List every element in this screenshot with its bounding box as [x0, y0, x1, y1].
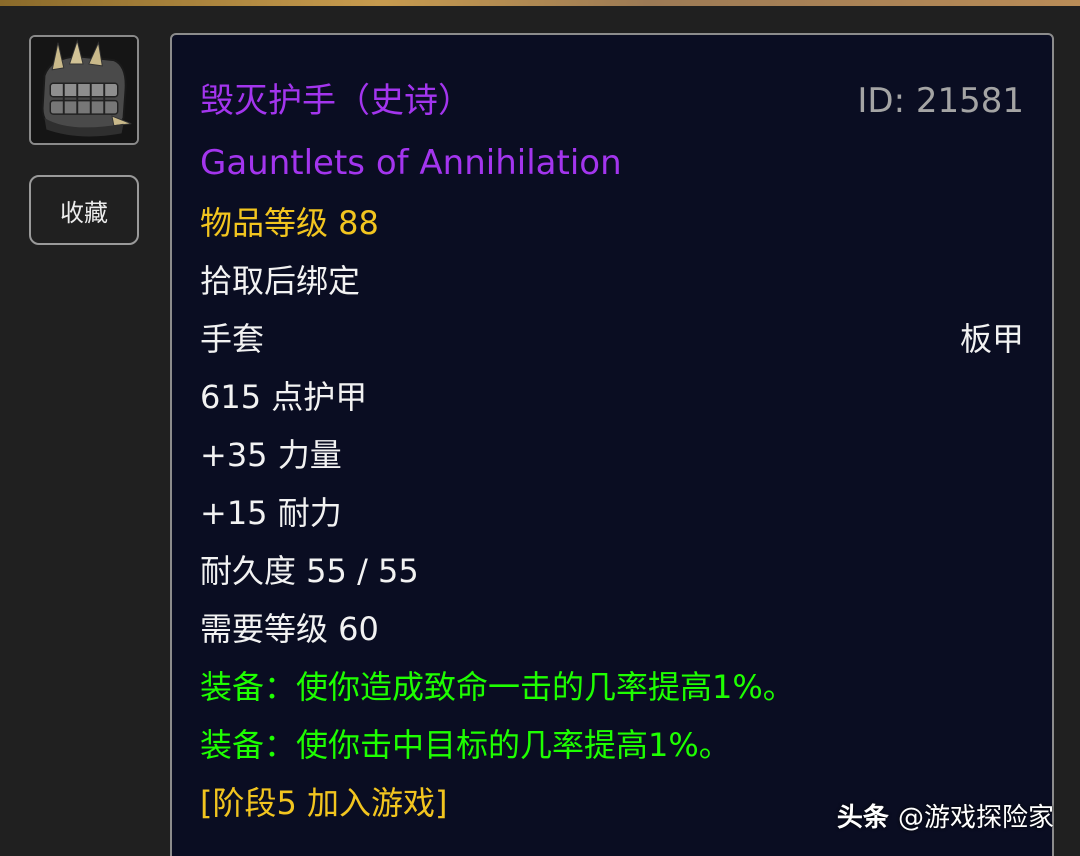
gauntlets-icon — [29, 35, 139, 145]
armor-type: 板甲 — [959, 320, 1024, 358]
armor-value: 615 点护甲 — [200, 378, 368, 416]
bind-type: 拾取后绑定 — [200, 262, 361, 300]
required-level: 需要等级 60 — [200, 610, 379, 648]
item-name-en: Gauntlets of Annihilation — [200, 143, 622, 183]
favorite-button-label: 收藏 — [60, 198, 108, 227]
equip-effect-hit: 装备：使你击中目标的几率提高1%。 — [200, 726, 731, 764]
item-id: ID: 21581 — [857, 81, 1024, 121]
phase-note: [阶段5 加入游戏] — [200, 784, 448, 822]
watermark: 头条 @游戏探险家 — [837, 797, 1054, 834]
watermark-brand: 头条 — [836, 803, 889, 833]
durability: 耐久度 55 / 55 — [200, 552, 419, 590]
stat-strength: +35 力量 — [200, 436, 342, 474]
item-detail-page: 收藏 毁灭护手（史诗） ID: 21581 Gauntlets of Annih… — [0, 0, 1080, 856]
favorite-button[interactable]: 收藏 — [29, 175, 139, 245]
top-image-strip — [0, 0, 1080, 6]
stat-stamina: +15 耐力 — [200, 494, 342, 532]
watermark-handle: @游戏探险家 — [897, 803, 1054, 833]
item-slot: 手套 — [200, 320, 265, 358]
equip-effect-crit: 装备：使你造成致命一击的几率提高1%。 — [200, 668, 795, 706]
item-level: 物品等级 88 — [200, 204, 379, 242]
item-name-cn: 毁灭护手（史诗） — [200, 81, 472, 121]
item-tooltip: 毁灭护手（史诗） ID: 21581 Gauntlets of Annihila… — [170, 33, 1054, 856]
